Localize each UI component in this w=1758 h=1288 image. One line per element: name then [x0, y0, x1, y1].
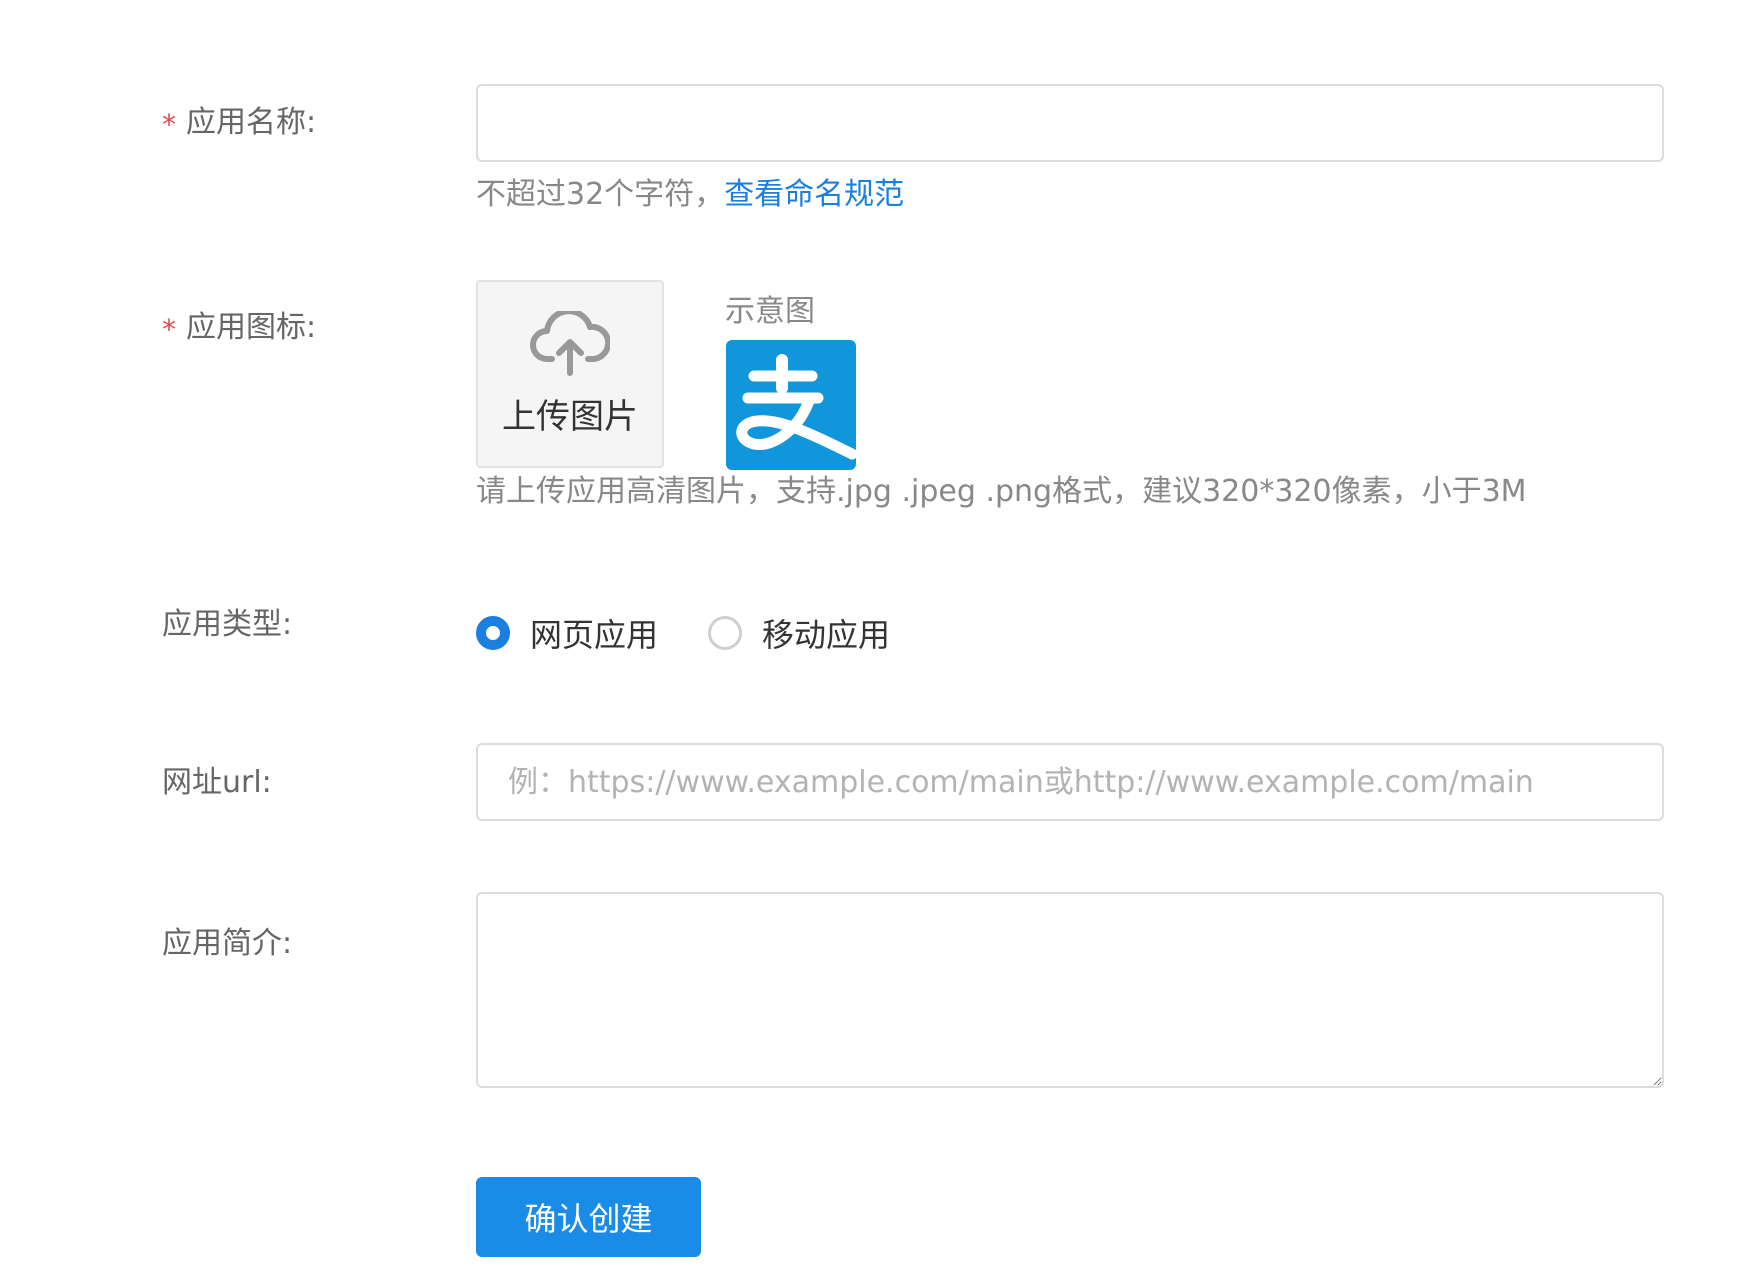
description-textarea[interactable] [478, 894, 1662, 1086]
required-mark: * [162, 313, 176, 346]
app-icon-label-text: 应用图标: [186, 310, 317, 345]
radio-mobile-app-label: 移动应用 [762, 616, 891, 654]
app-type-label: 应用类型: [162, 607, 293, 642]
radio-web-app[interactable]: 网页应用 [476, 610, 658, 656]
app-type-radio-group: 网页应用 移动应用 [476, 610, 940, 656]
app-name-input[interactable] [478, 86, 1662, 160]
radio-unchecked-icon [708, 616, 743, 650]
radio-mobile-app[interactable]: 移动应用 [708, 610, 890, 656]
confirm-create-button[interactable]: 确认创建 [476, 1177, 701, 1257]
description-field[interactable] [476, 892, 1664, 1088]
url-input[interactable] [478, 745, 1662, 819]
app-name-label-text: 应用名称: [186, 105, 317, 140]
app-name-help-text: 不超过32个字符， [476, 177, 725, 212]
app-icon-help: 请上传应用高清图片，支持.jpg .jpeg .png格式，建议320*320像… [476, 474, 1527, 509]
app-name-field[interactable] [476, 84, 1664, 162]
app-name-help: 不超过32个字符，查看命名规范 [476, 175, 904, 215]
url-field[interactable] [476, 743, 1664, 821]
sample-title: 示意图 [725, 294, 815, 329]
cloud-upload-icon [530, 307, 612, 381]
radio-checked-icon [476, 616, 510, 650]
naming-rules-link[interactable]: 查看命名规范 [724, 177, 904, 212]
upload-image-button[interactable]: 上传图片 [476, 280, 664, 468]
app-icon-label: * 应用图标: [162, 308, 316, 348]
app-name-label: * 应用名称: [162, 103, 316, 143]
radio-web-app-label: 网页应用 [530, 616, 659, 654]
upload-image-label: 上传图片 [502, 396, 638, 437]
required-mark: * [162, 108, 176, 141]
sample-alipay-logo [726, 340, 856, 470]
description-label: 应用简介: [162, 926, 293, 961]
url-label: 网址url: [162, 765, 272, 800]
